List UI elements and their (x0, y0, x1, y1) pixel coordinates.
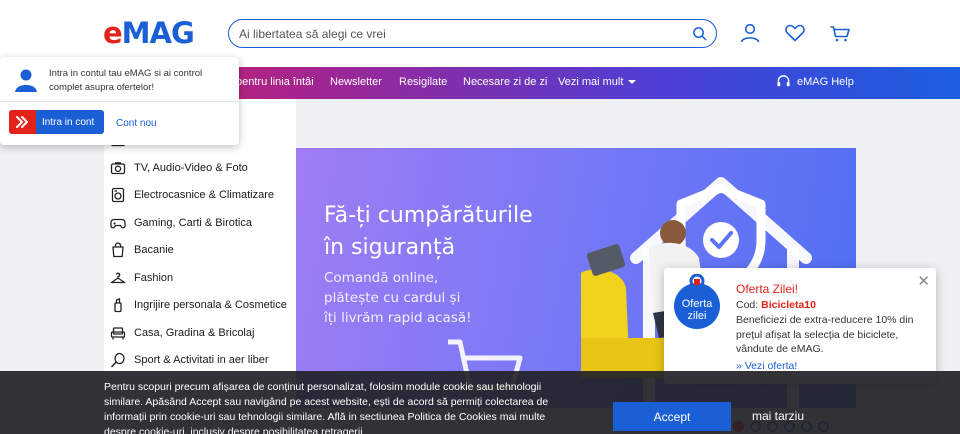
cookie-consent-bar: Pentru scopuri precum afișarea de conțin… (0, 371, 960, 434)
svg-text:zilei: zilei (688, 310, 707, 322)
oferta-zilei-badge-icon: Oferta zilei (674, 274, 720, 329)
search-input[interactable] (239, 25, 679, 43)
gamepad-icon (110, 218, 126, 229)
later-button[interactable]: mai tarziu (752, 409, 804, 423)
category-tv-audio-video[interactable]: TV, Audio-Video & Foto (110, 158, 248, 178)
help-link[interactable]: eMAG Help (776, 74, 854, 89)
sofa-icon (110, 327, 126, 340)
offer-title: Oferta Zilei! (736, 282, 799, 296)
category-fashion[interactable]: Fashion (110, 268, 173, 288)
close-icon[interactable]: ✕ (917, 272, 930, 290)
category-home-garden[interactable]: Casa, Gradina & Bricolaj (110, 323, 254, 343)
offer-of-the-day-popup: Oferta zilei ✕ Oferta Zilei! Cod: Bicicl… (664, 268, 936, 384)
nav-item-frontline[interactable]: pentru linia întâi (236, 76, 314, 88)
new-account-link[interactable]: Cont nou (116, 118, 157, 129)
cookie-text: Pentru scopuri precum afișarea de conțin… (104, 381, 549, 434)
search-bar (228, 19, 717, 48)
washing-machine-icon (111, 187, 125, 203)
category-grocery[interactable]: Bacanie (110, 240, 174, 260)
divider (0, 101, 239, 102)
nav-item-resigilate[interactable]: Resigilate (399, 76, 447, 88)
double-chevron-right-icon (16, 116, 28, 128)
login-arrow-badge (9, 110, 36, 134)
account-icon[interactable] (739, 23, 761, 43)
hanger-icon (110, 272, 126, 284)
nav-item-newsletter[interactable]: Newsletter (330, 76, 382, 88)
banner-subtitle: Comandă online, plătește cu cardul și îț… (324, 270, 472, 326)
category-sport-outdoor[interactable]: Sport & Activitati in aer liber (110, 350, 269, 370)
offer-code-value: Bicicleta10 (761, 299, 816, 311)
tennis-racket-icon (111, 352, 125, 368)
category-appliances[interactable]: Electrocasnice & Climatizare (110, 185, 274, 205)
category-gaming-books[interactable]: Gaming, Carti & Birotica (110, 213, 252, 233)
grocery-bag-icon (112, 242, 124, 258)
search-icon[interactable] (692, 26, 707, 41)
cosmetics-icon (114, 298, 122, 313)
headset-icon (777, 75, 790, 87)
login-popover: Intra in contul tau eMAG si ai control c… (0, 57, 239, 145)
cart-icon[interactable] (829, 23, 851, 43)
offer-description: Beneficiezi de extra-reducere 10% din pr… (736, 314, 914, 355)
svg-text:Oferta: Oferta (682, 298, 713, 310)
banner-title: Fă-ți cumpărăturile în siguranță (324, 203, 533, 260)
nav-item-daily-needs[interactable]: Necesare zi de zi (463, 76, 547, 88)
login-button-label: Intra in cont (42, 116, 95, 128)
category-personal-care[interactable]: Ingrijire personala & Cosmetice (110, 295, 287, 315)
help-label: eMAG Help (797, 75, 854, 88)
emag-logo[interactable]: eMAG (103, 16, 195, 50)
accept-cookies-button[interactable]: Accept (613, 402, 731, 431)
favorites-heart-icon[interactable] (784, 23, 806, 43)
nav-item-see-more[interactable]: Vezi mai mult (558, 76, 636, 88)
offer-code: Cod: Bicicleta10 (736, 299, 816, 311)
user-icon (15, 69, 37, 92)
login-button[interactable]: Intra in cont (9, 110, 104, 134)
camera-icon (110, 162, 126, 175)
login-message: Intra in contul tau eMAG si ai control c… (49, 68, 203, 93)
